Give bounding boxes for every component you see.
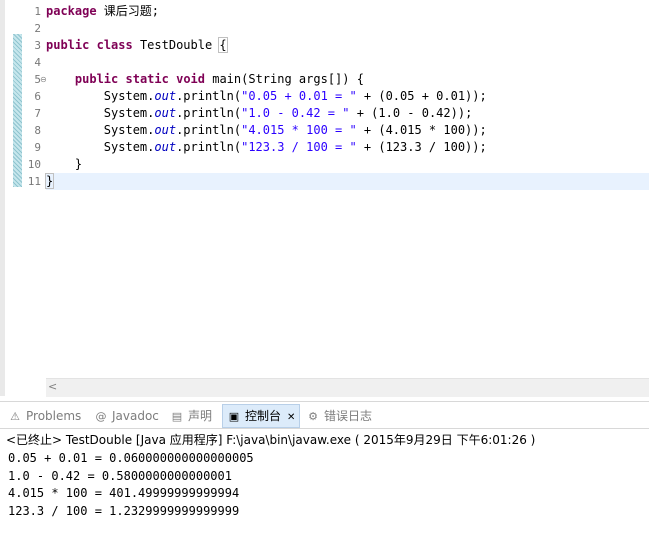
code-token: .println( bbox=[176, 123, 242, 137]
tab-console[interactable]: ▣ 控制台 ✕ bbox=[222, 404, 301, 428]
keyword-token: static bbox=[125, 72, 169, 86]
code-line[interactable]: System.out.println("0.05 + 0.01 = " + (0… bbox=[46, 88, 649, 105]
line-number: 4 bbox=[34, 56, 41, 69]
javadoc-icon: @ bbox=[95, 409, 107, 423]
string-token: "1.0 - 0.42 = " bbox=[241, 106, 350, 120]
line-number: 1 bbox=[34, 5, 41, 18]
console-output-line: 0.05 + 0.01 = 0.060000000000000005 bbox=[8, 451, 254, 465]
console-status-header: <已终止> TestDouble [Java 应用程序] F:\java\bin… bbox=[6, 433, 536, 447]
close-icon[interactable]: ✕ bbox=[287, 412, 295, 423]
string-token: "123.3 / 100 = " bbox=[241, 140, 357, 154]
code-token: .println( bbox=[176, 89, 242, 103]
code-line[interactable] bbox=[46, 20, 649, 37]
matching-bracket: } bbox=[44, 173, 55, 189]
horizontal-scrollbar[interactable]: < bbox=[46, 378, 649, 397]
code-line[interactable] bbox=[46, 54, 649, 71]
code-token: .println( bbox=[176, 106, 242, 120]
field-token: out bbox=[154, 140, 177, 154]
problems-icon: ⚠ bbox=[10, 409, 20, 423]
code-token: TestDouble bbox=[132, 38, 220, 52]
tab-problems[interactable]: ⚠ Problems bbox=[8, 405, 81, 427]
console-output-line: 123.3 / 100 = 1.2329999999999999 bbox=[8, 503, 240, 518]
string-token: "4.015 * 100 = " bbox=[241, 123, 357, 137]
scroll-left-icon[interactable]: < bbox=[48, 380, 57, 393]
code-line[interactable]: } bbox=[44, 173, 649, 190]
keyword-token: package bbox=[46, 4, 97, 18]
tab-error-log[interactable]: ⚙ 错误日志 bbox=[306, 405, 372, 427]
tab-label: Javadoc bbox=[112, 409, 159, 423]
line-number: 7 bbox=[34, 107, 41, 120]
code-line[interactable]: package 课后习题; bbox=[46, 3, 649, 20]
line-number: 3 bbox=[34, 39, 41, 52]
line-number: 5 bbox=[34, 73, 41, 86]
code-line[interactable]: public static void main(String args[]) { bbox=[46, 71, 649, 88]
field-token: out bbox=[154, 89, 177, 103]
console-icon: ▣ bbox=[228, 409, 240, 423]
code-line[interactable]: public class TestDouble { bbox=[46, 37, 649, 54]
console-output-line: 4.015 * 100 = 401.49999999999994 bbox=[8, 486, 240, 500]
code-line[interactable]: System.out.println("123.3 / 100 = " + (1… bbox=[46, 139, 649, 156]
line-number: 8 bbox=[34, 124, 41, 137]
keyword-token: class bbox=[96, 38, 133, 52]
keyword-token: public bbox=[74, 72, 119, 86]
line-number: 6 bbox=[34, 90, 41, 103]
tab-label: 声明 bbox=[188, 409, 213, 423]
code-token: main(String args[]) { bbox=[205, 72, 364, 86]
code-token: System. bbox=[46, 123, 155, 137]
code-line[interactable]: System.out.println("4.015 * 100 = " + (4… bbox=[46, 122, 649, 139]
code-line[interactable]: System.out.println("1.0 - 0.42 = " + (1.… bbox=[46, 105, 649, 122]
line-number: 10 bbox=[27, 158, 41, 171]
line-number: 9 bbox=[34, 141, 41, 154]
tab-label: Problems bbox=[26, 409, 82, 423]
code-token: + (4.015 * 100)); bbox=[356, 123, 487, 137]
line-number: 2 bbox=[34, 22, 41, 35]
code-token: System. bbox=[46, 140, 155, 154]
code-token: } bbox=[46, 157, 83, 171]
console-output[interactable]: 0.05 + 0.01 = 0.060000000000000005 1.0 - … bbox=[8, 450, 254, 520]
code-editor[interactable]: 1 2 3 4 5 ⊖ 6 7 8 9 10 11 package 课后习题; public class… bbox=[0, 0, 649, 397]
keyword-token: public bbox=[46, 38, 90, 52]
console-output-line: 1.0 - 0.42 = 0.5800000000000001 bbox=[8, 468, 232, 483]
tab-javadoc[interactable]: @ Javadoc bbox=[94, 405, 159, 427]
code-token: System. bbox=[46, 106, 155, 120]
code-area[interactable]: package 课后习题; public class TestDouble { p… bbox=[44, 0, 649, 378]
code-token: + (1.0 - 0.42)); bbox=[349, 106, 473, 120]
view-tab-bar: ⚠ Problems @ Javadoc ▤ 声明 ▣ 控制台 ✕ ⚙ 错误日志 bbox=[0, 401, 649, 429]
tab-label: 控制台 bbox=[245, 409, 282, 423]
error-log-icon: ⚙ bbox=[308, 409, 318, 423]
line-number: 11 bbox=[27, 175, 41, 188]
keyword-token: void bbox=[176, 72, 205, 86]
code-token: .println( bbox=[176, 140, 242, 154]
declaration-icon: ▤ bbox=[171, 409, 183, 423]
string-token: "0.05 + 0.01 = " bbox=[241, 89, 357, 103]
tab-declaration[interactable]: ▤ 声明 bbox=[170, 405, 212, 427]
tab-label: 错误日志 bbox=[324, 409, 373, 423]
code-token: 课后习题; bbox=[96, 4, 160, 18]
matching-bracket: { bbox=[218, 37, 228, 53]
line-number-ruler: 1 2 3 4 5 ⊖ 6 7 8 9 10 11 bbox=[5, 0, 47, 378]
code-token: System. bbox=[46, 89, 155, 103]
field-token: out bbox=[154, 106, 177, 120]
field-token: out bbox=[154, 123, 177, 137]
code-token: + (123.3 / 100)); bbox=[356, 140, 487, 154]
code-token: + (0.05 + 0.01)); bbox=[356, 89, 487, 103]
code-line[interactable]: } bbox=[46, 156, 649, 173]
